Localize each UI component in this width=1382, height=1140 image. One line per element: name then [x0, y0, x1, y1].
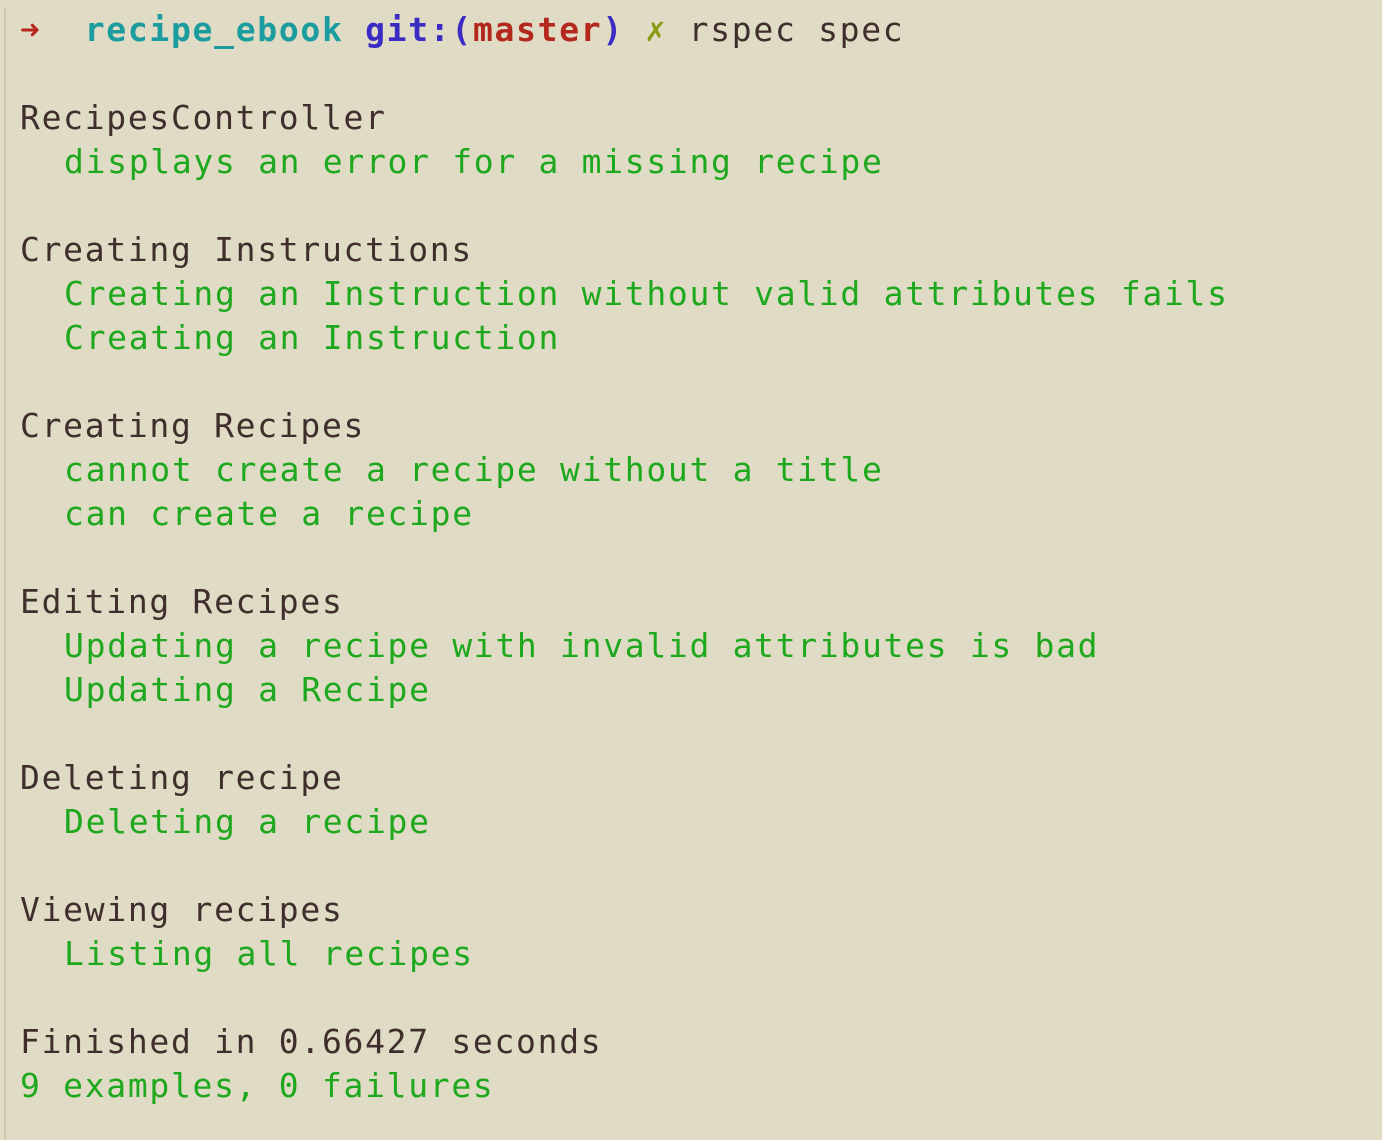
spec-group-title: Deleting recipe — [20, 758, 344, 797]
spec-group-title: Creating Recipes — [20, 406, 366, 445]
spec-example: can create a recipe — [64, 494, 474, 533]
finished-time: Finished in 0.66427 seconds — [20, 1022, 603, 1061]
spec-example: cannot create a recipe without a title — [64, 450, 884, 489]
prompt-line: ➜ recipe_ebook git:(master) ✗ rspec spec — [20, 8, 1382, 52]
spec-example: Updating a recipe with invalid attribute… — [64, 626, 1100, 665]
spec-example: Creating an Instruction — [64, 318, 561, 357]
git-dirty-icon: ✗ — [645, 10, 668, 49]
spec-example: Creating an Instruction without valid at… — [64, 274, 1229, 313]
git-label: git:( — [365, 10, 473, 49]
spec-group-title: Creating Instructions — [20, 230, 473, 269]
terminal-window[interactable]: ➜ recipe_ebook git:(master) ✗ rspec spec… — [4, 8, 1382, 1140]
git-branch: master — [472, 10, 603, 49]
spec-group-title: Viewing recipes — [20, 890, 344, 929]
spec-group-title: Editing Recipes — [20, 582, 344, 621]
git-label-close: ) — [602, 10, 624, 49]
spec-example: Updating a Recipe — [64, 670, 431, 709]
spec-example: displays an error for a missing recipe — [64, 142, 884, 181]
test-summary: 9 examples, 0 failures — [20, 1066, 495, 1105]
prompt-arrow-icon: ➜ — [20, 10, 42, 49]
spec-example: Listing all recipes — [64, 934, 474, 973]
prompt-directory: recipe_ebook — [84, 10, 344, 49]
spec-group-title: RecipesController — [20, 98, 387, 137]
spec-example: Deleting a recipe — [64, 802, 431, 841]
command-text: rspec spec — [688, 10, 905, 49]
